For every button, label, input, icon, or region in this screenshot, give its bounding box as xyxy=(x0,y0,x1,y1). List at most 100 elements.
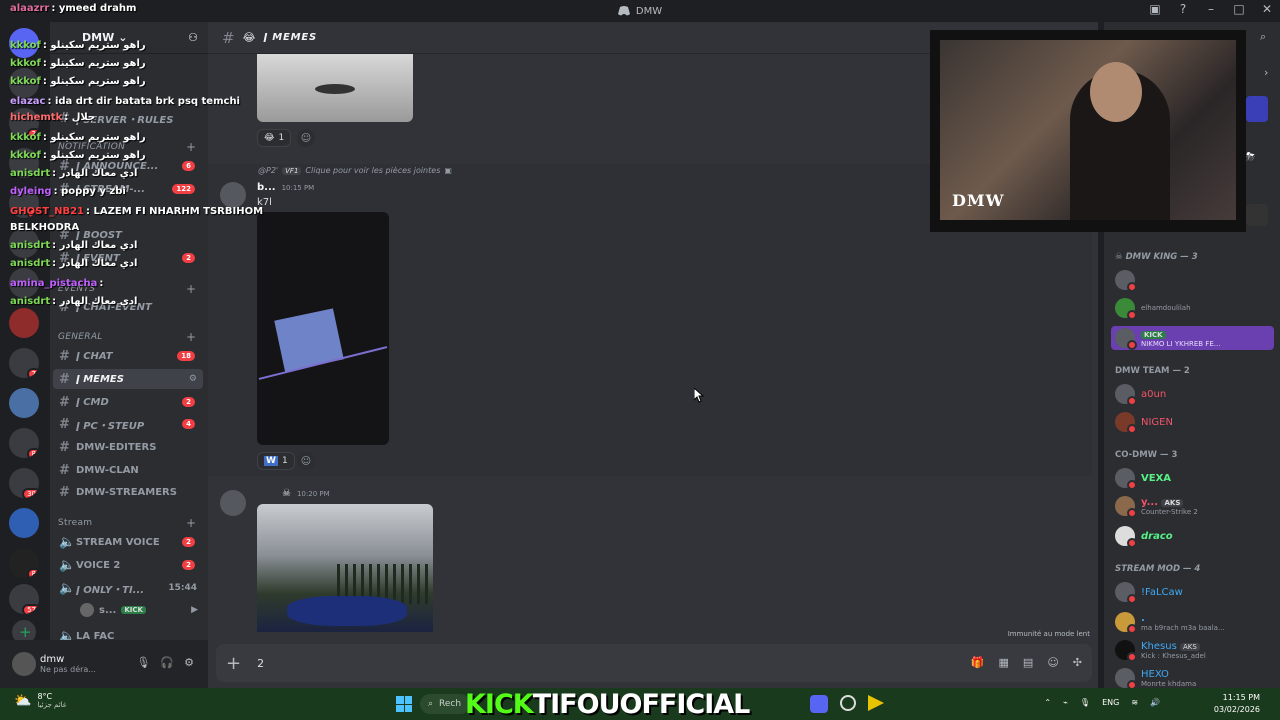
voice-only[interactable]: 🔈 ǀ ONLY・TI... 15:44 xyxy=(53,578,203,598)
emoji-icon[interactable]: ☺ xyxy=(1047,656,1058,669)
attachment-video[interactable] xyxy=(257,212,389,445)
network-icon[interactable]: ⌁ xyxy=(1063,698,1068,707)
member-item[interactable]: a0un xyxy=(1115,384,1166,406)
channel-dmw-editers[interactable]: # DMW-EDITERS xyxy=(53,437,203,457)
channel-dmw-clan[interactable]: # DMW-CLAN xyxy=(53,460,203,480)
minimize-button[interactable]: – xyxy=(1204,2,1218,16)
apps-icon[interactable]: ✣ xyxy=(1073,656,1082,669)
server-icon[interactable]: 7 xyxy=(9,348,39,378)
close-button[interactable]: ✕ xyxy=(1260,2,1274,16)
message-author[interactable]: b... xyxy=(257,182,276,193)
member-item[interactable]: y... AKS Counter-Strike 2 xyxy=(1115,496,1198,518)
server-icon[interactable]: 30 xyxy=(9,468,39,498)
server-icon[interactable] xyxy=(9,28,39,58)
category-stream[interactable]: Stream xyxy=(58,516,198,530)
wifi-icon[interactable]: ≋ xyxy=(1131,698,1138,707)
discord-taskbar-icon[interactable] xyxy=(810,695,828,713)
gear-icon[interactable]: ⚙ xyxy=(184,656,194,669)
member-item[interactable]: NIGEN xyxy=(1115,412,1173,434)
server-icon[interactable] xyxy=(9,148,39,178)
server-header[interactable]: DMW ⌄ ⚇ xyxy=(50,22,208,54)
browser-taskbar-icon[interactable] xyxy=(840,695,856,711)
voice-stream-voice[interactable]: 🔈 STREAM VOICE 2 xyxy=(53,532,203,552)
member-item[interactable]: . ma b9rach m3a baala... xyxy=(1115,612,1225,634)
app-taskbar-icon[interactable] xyxy=(868,695,884,711)
help-icon[interactable]: ? xyxy=(1176,2,1190,16)
channel-memes[interactable]: # ǀ MEMES ⚙ xyxy=(53,369,203,389)
gift-icon[interactable]: 🎁 xyxy=(971,656,985,669)
member-item[interactable]: KICK NIKMO LI YKHREB FE... xyxy=(1111,326,1274,350)
message-composer[interactable]: + 2 🎁 ▦ ▤ ☺ ✣ xyxy=(216,644,1092,682)
server-icon[interactable] xyxy=(9,68,39,98)
channel-announcements[interactable]: # ǀ ANNOUNCE... 6 xyxy=(53,156,203,176)
voice-voice-2[interactable]: 🔈 VOICE 2 2 xyxy=(53,555,203,575)
sticker-icon[interactable]: ▤ xyxy=(1023,656,1033,669)
server-icon[interactable] xyxy=(9,508,39,538)
server-icon[interactable] xyxy=(9,308,39,338)
add-reaction-button[interactable]: ☺ xyxy=(297,452,315,470)
channel-cmd[interactable]: # ǀ CMD 2 xyxy=(53,392,203,412)
inbox-icon[interactable]: ▣ xyxy=(1148,2,1162,16)
member-item[interactable]: !FaLCaw xyxy=(1115,582,1183,604)
avatar[interactable] xyxy=(220,490,246,516)
avatar[interactable] xyxy=(12,652,36,676)
voice-user[interactable]: s... KICK ▶ xyxy=(74,600,204,620)
channel-event[interactable]: # ǀ EVENT 2 xyxy=(53,248,203,268)
server-icon[interactable]: 8 xyxy=(9,548,39,578)
camera-icon: ▶ xyxy=(191,605,198,615)
taskbar-clock[interactable]: 11:15 PM 03/02/2026 xyxy=(1214,692,1260,716)
attachment-image[interactable] xyxy=(257,504,433,632)
windows-start-icon[interactable] xyxy=(396,696,412,712)
add-member-icon[interactable]: ⚇ xyxy=(188,31,198,44)
member-item[interactable]: VEXA xyxy=(1115,468,1171,490)
server-icon[interactable]: 1 xyxy=(9,188,39,218)
microphone-icon[interactable]: 🎙 xyxy=(136,656,150,669)
member-item[interactable] xyxy=(1115,270,1141,292)
activity-card[interactable] xyxy=(1246,204,1268,226)
category-events[interactable]: EVENTS xyxy=(58,282,197,296)
server-icon[interactable] xyxy=(9,388,39,418)
weather-widget[interactable]: ⛅ 8°C غائم جزئيا xyxy=(14,692,66,709)
attachment-image[interactable] xyxy=(257,54,413,122)
microphone-icon[interactable]: 🎙 xyxy=(1080,698,1090,707)
language-indicator[interactable]: ENG xyxy=(1102,698,1119,707)
activity-card[interactable]: ⛈ xyxy=(1246,150,1268,172)
channel-chat[interactable]: # ǀ CHAT 18 xyxy=(53,346,203,366)
taskbar-search[interactable]: ⌕ Rech xyxy=(420,694,470,714)
server-icon[interactable] xyxy=(9,268,39,298)
headphones-icon[interactable]: 🎧 xyxy=(160,656,174,669)
member-item[interactable]: HEXO Monrte khdama xyxy=(1115,668,1196,690)
member-item[interactable]: elhamdoulilah xyxy=(1115,298,1191,320)
server-icon[interactable]: 2 xyxy=(9,108,39,138)
chevron-up-icon[interactable]: ⌃ xyxy=(1044,698,1051,707)
gear-icon[interactable]: ⚙ xyxy=(189,374,197,384)
channel-chat-event[interactable]: # ǀ CHAT-EVENT xyxy=(53,297,203,317)
member-item[interactable]: draco xyxy=(1115,526,1173,548)
avatar xyxy=(1115,640,1137,662)
search-icon[interactable]: ⌕ xyxy=(1260,30,1274,46)
avatar[interactable] xyxy=(220,182,246,208)
member-item[interactable]: Khesus AKS Kick : Khesus_adel xyxy=(1115,640,1206,662)
plus-icon[interactable]: + xyxy=(226,653,241,674)
channel-dmw-streamers[interactable]: # DMW-STREAMERS xyxy=(53,482,203,502)
server-icon[interactable]: 57 xyxy=(9,584,39,614)
channel-server-rules[interactable]: # ǀ SERVER・RULES xyxy=(53,108,203,128)
maximize-button[interactable]: □ xyxy=(1232,2,1246,16)
server-badge: 2 xyxy=(26,128,39,138)
server-icon[interactable]: 8 xyxy=(9,428,39,458)
channel-boost[interactable]: # ǀ BOOST xyxy=(53,225,203,245)
channel-pc-setup[interactable]: # ǀ PC・STEUP 4 xyxy=(53,414,203,434)
add-reaction-button[interactable]: ☺ xyxy=(297,129,315,147)
category-general[interactable]: GENERAL xyxy=(58,330,195,344)
volume-icon[interactable]: 🔊 xyxy=(1150,698,1160,707)
chevron-right-icon[interactable]: › xyxy=(1264,66,1268,79)
activity-card[interactable] xyxy=(1246,96,1268,122)
category-notification[interactable]: NOTIFICATION xyxy=(58,140,197,154)
reply-preview[interactable]: @P2' VF1 Clique pour voir les pièces joi… xyxy=(258,166,452,175)
gif-icon[interactable]: ▦ xyxy=(999,656,1009,669)
reaction[interactable]: 😂 1 xyxy=(257,129,292,147)
reaction[interactable]: W1 xyxy=(257,452,295,470)
server-icon[interactable] xyxy=(9,228,39,258)
channel-stream[interactable]: # ǀ STREAM-... 122 xyxy=(53,179,203,199)
composer-input[interactable]: 2 xyxy=(257,657,264,670)
